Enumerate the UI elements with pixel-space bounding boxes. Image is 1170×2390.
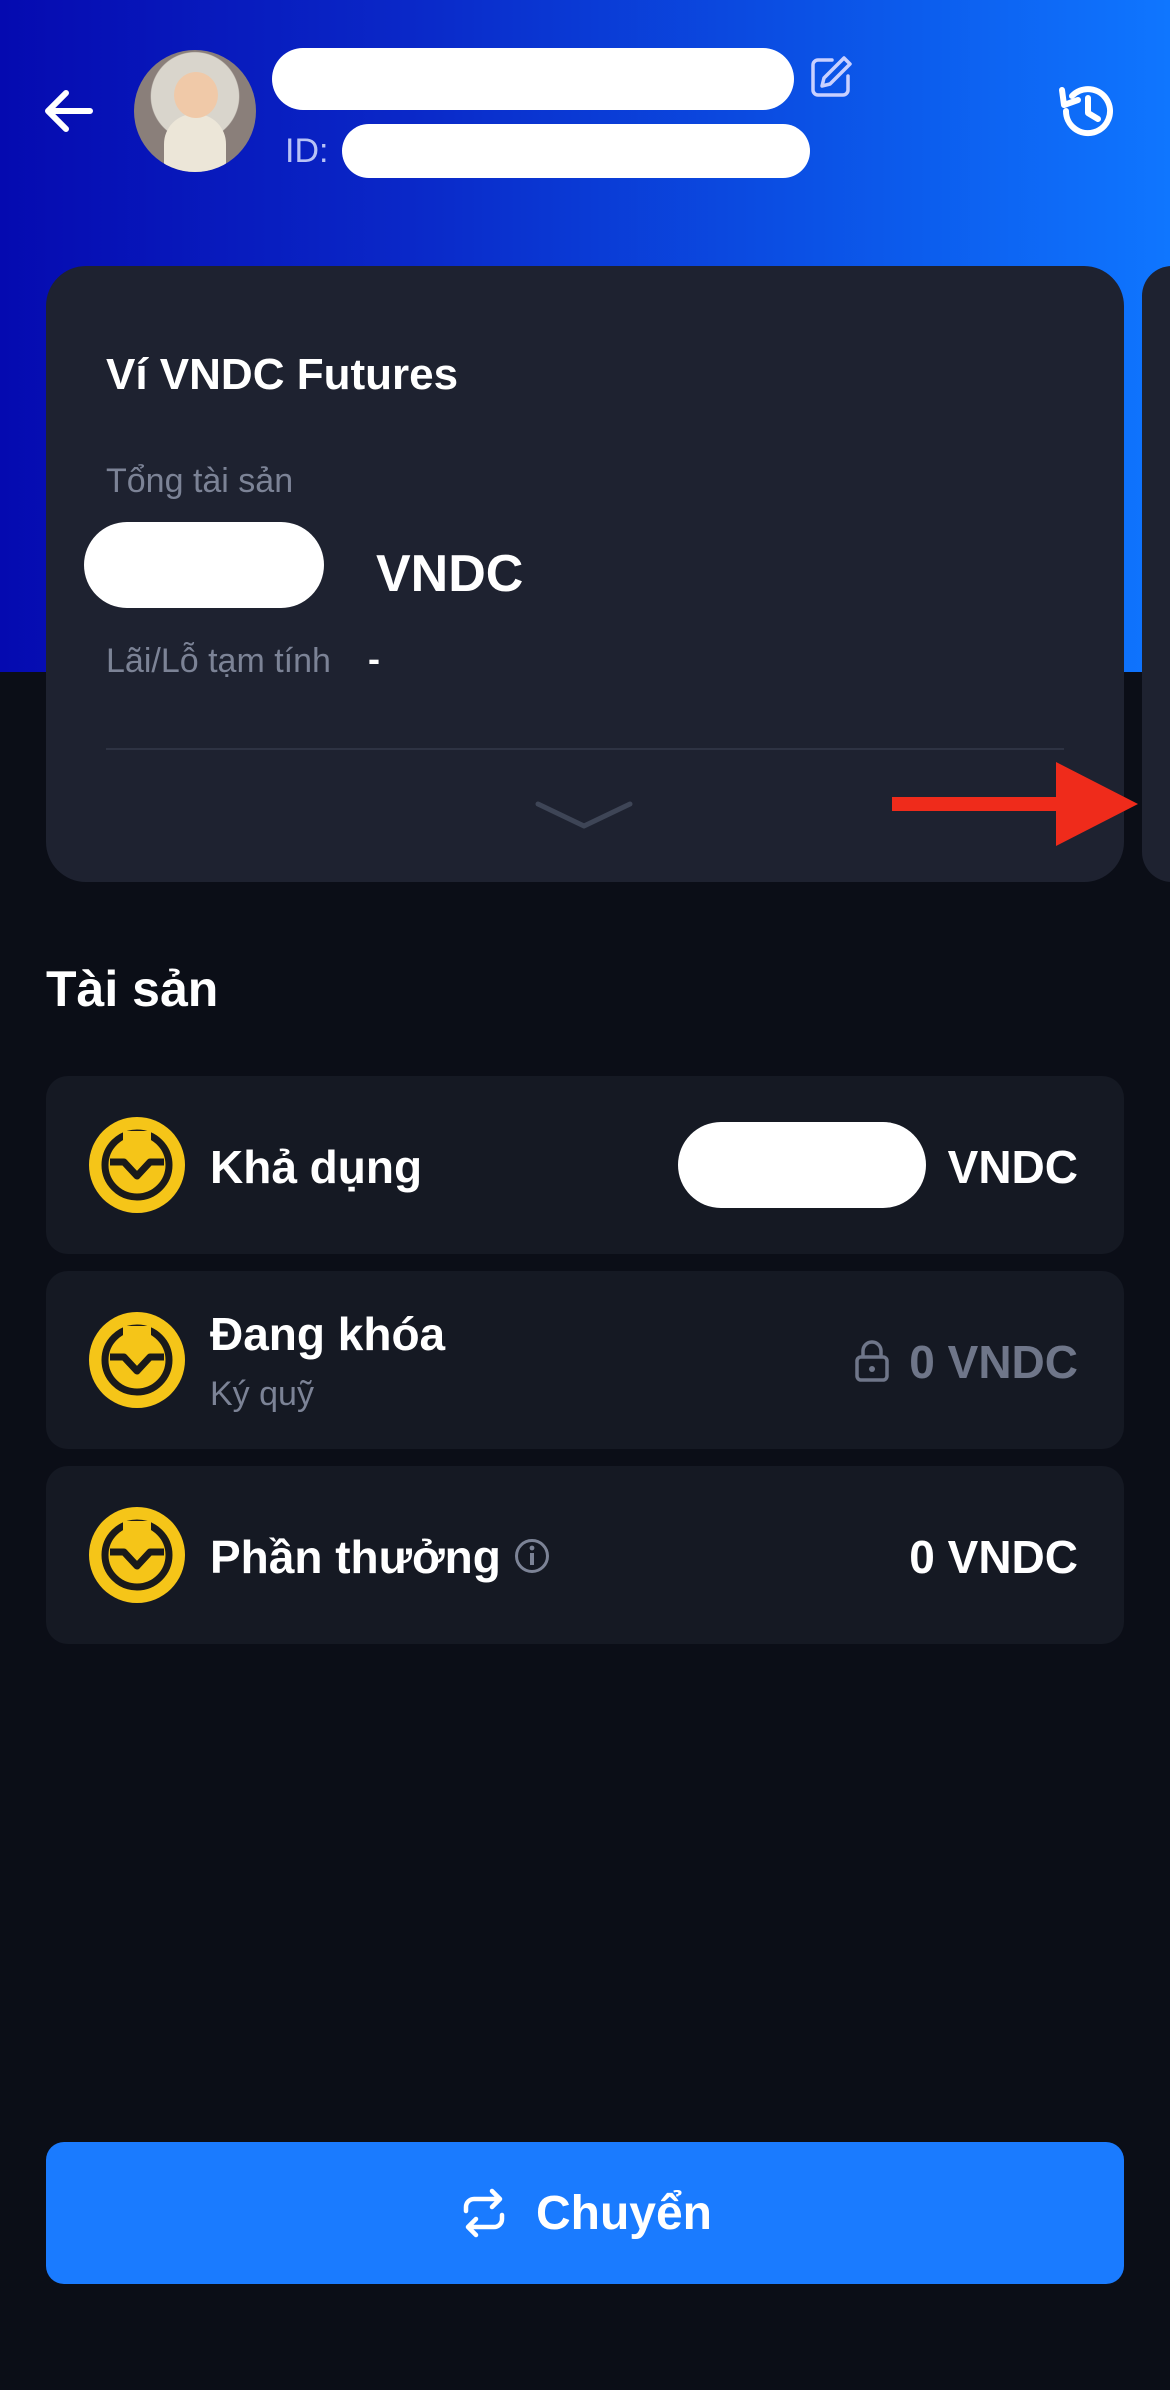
total-assets-redacted [84,522,324,608]
avatar[interactable] [134,50,256,172]
coin-icon [89,1312,185,1408]
asset-subtitle: Ký quỹ [210,1375,314,1413]
user-id-redacted [342,124,810,178]
history-icon[interactable] [1054,78,1120,144]
asset-name: Phần thưởng [210,1531,501,1583]
asset-name: Khả dụng [210,1141,423,1193]
coin-icon [89,1117,185,1213]
annotation-arrow-icon [892,762,1138,846]
asset-value: VNDC [947,1141,1078,1193]
card-divider [106,748,1064,750]
transfer-button[interactable]: Chuyển [46,2142,1124,2284]
username-redacted [272,48,794,110]
back-arrow-icon[interactable] [36,78,102,144]
pnl-label: Lãi/Lỗ tạm tính [106,642,331,680]
asset-row-available[interactable]: Khả dụng VNDC [46,1076,1124,1254]
asset-row-locked[interactable]: Đang khóa Ký quỹ 0 VNDC [46,1271,1124,1449]
edit-icon[interactable] [808,54,854,100]
total-assets-unit: VNDC [376,545,524,603]
transfer-button-label: Chuyển [535,2186,712,2240]
lock-icon [855,1340,889,1382]
total-assets-label: Tổng tài sản [106,462,294,500]
next-wallet-card-peek[interactable] [1142,266,1170,882]
user-id-label: ID: [285,132,329,170]
assets-section-title: Tài sản [46,961,219,1017]
pnl-value: - [368,638,380,679]
asset-row-rewards[interactable]: Phần thưởng 0 VNDC [46,1466,1124,1644]
asset-value: 0 VNDC [909,1531,1078,1583]
chevron-down-icon[interactable] [532,796,636,836]
available-balance-redacted [678,1122,926,1208]
coin-icon [89,1507,185,1603]
transfer-icon [463,2188,505,2238]
asset-value: 0 VNDC [909,1336,1078,1388]
futures-wallet-card[interactable]: Ví VNDC Futures Tổng tài sản VNDC Lãi/Lỗ… [46,266,1138,882]
info-icon[interactable] [514,1538,550,1574]
asset-name: Đang khóa [210,1308,446,1360]
wallet-card-title: Ví VNDC Futures [106,350,459,399]
